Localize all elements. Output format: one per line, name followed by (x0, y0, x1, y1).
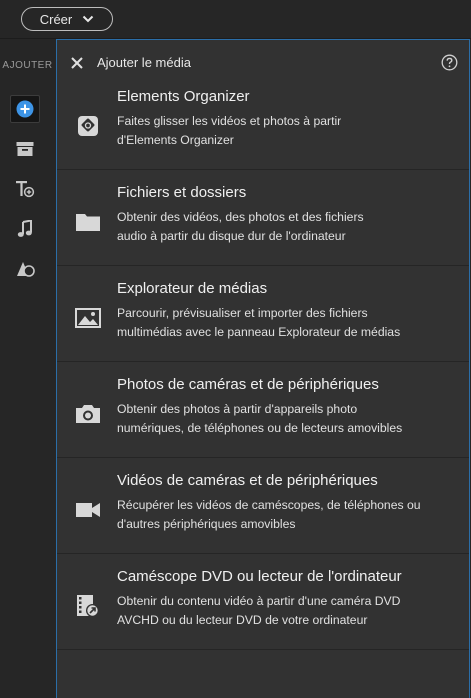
item-title: Caméscope DVD ou lecteur de l'ordinateur (117, 568, 402, 585)
item-description: Faites glisser les vidéos et photos à pa… (117, 112, 447, 150)
item-description-line1: Obtenir des photos à partir d'appareils … (117, 402, 358, 416)
text-add-icon (16, 181, 35, 198)
item-description: Obtenir du contenu vidéo à partir d'une … (117, 592, 447, 630)
chevron-down-icon (83, 15, 94, 23)
top-bar: Créer (0, 0, 471, 39)
add-media-icon (16, 100, 34, 118)
media-source-media-browser[interactable]: Explorateur de médias Parcourir, prévisu… (57, 266, 469, 362)
dvd-camcorder-icon (77, 595, 99, 617)
item-description-line2: d'autres périphériques amovibles (117, 517, 296, 531)
add-media-panel: Ajouter le média Elements Organizer Fait… (56, 39, 470, 698)
item-description-line1: Obtenir des vidéos, des photos et des fi… (117, 210, 364, 224)
item-title: Photos de caméras et de périphériques (117, 376, 379, 393)
item-description-line2: AVCHD ou du lecteur DVD de votre ordinat… (117, 613, 368, 627)
help-icon[interactable] (441, 54, 458, 71)
media-source-dvd[interactable]: Caméscope DVD ou lecteur de l'ordinateur… (57, 554, 469, 650)
item-description-line2: d'Elements Organizer (117, 133, 234, 147)
media-source-camera-photos[interactable]: Photos de caméras et de périphériques Ob… (57, 362, 469, 458)
organizer-icon (78, 116, 98, 136)
item-description: Parcourir, prévisualiser et importer des… (117, 304, 447, 342)
item-description-line2: multimédias avec le panneau Explorateur … (117, 325, 401, 339)
camera-icon (76, 405, 100, 423)
graphics-icon (17, 262, 35, 277)
graphics-button[interactable] (10, 255, 40, 283)
create-button[interactable]: Créer (21, 7, 113, 31)
panel-title: Ajouter le média (97, 55, 191, 70)
item-title: Fichiers et dossiers (117, 184, 247, 201)
folder-icon (76, 214, 100, 231)
item-title: Vidéos de caméras et de périphériques (117, 472, 378, 489)
archive-button[interactable] (10, 135, 40, 163)
item-description-line1: Parcourir, prévisualiser et importer des… (117, 306, 368, 320)
add-media-button[interactable] (10, 95, 40, 123)
item-description-line2: audio à partir du disque dur de l'ordina… (117, 229, 346, 243)
item-description-line2: numériques, de téléphones ou de lecteurs… (117, 421, 403, 435)
text-add-button[interactable] (10, 175, 40, 203)
create-button-label: Créer (39, 11, 73, 27)
media-source-files-folders[interactable]: Fichiers et dossiers Obtenir des vidéos,… (57, 170, 469, 266)
media-source-camera-videos[interactable]: Vidéos de caméras et de périphériques Ré… (57, 458, 469, 554)
item-description-line1: Faites glisser les vidéos et photos à pa… (117, 114, 342, 128)
rail-title: AJOUTER (2, 60, 53, 71)
item-description: Obtenir des vidéos, des photos et des fi… (117, 208, 447, 246)
music-icon (17, 220, 32, 237)
media-source-elements-organizer[interactable]: Elements Organizer Faites glisser les vi… (57, 74, 469, 170)
item-title: Elements Organizer (117, 88, 250, 105)
item-description: Récupérer les vidéos de caméscopes, de t… (117, 496, 447, 534)
image-icon (75, 308, 101, 328)
archive-icon (16, 142, 34, 156)
video-camera-icon (76, 503, 100, 517)
item-description-line1: Obtenir du contenu vidéo à partir d'une … (117, 594, 401, 608)
item-description-line1: Récupérer les vidéos de caméscopes, de t… (117, 498, 421, 512)
music-button[interactable] (10, 215, 40, 243)
left-rail: AJOUTER (0, 39, 55, 698)
close-icon[interactable] (70, 56, 84, 70)
item-description: Obtenir des photos à partir d'appareils … (117, 400, 447, 438)
item-title: Explorateur de médias (117, 280, 268, 297)
